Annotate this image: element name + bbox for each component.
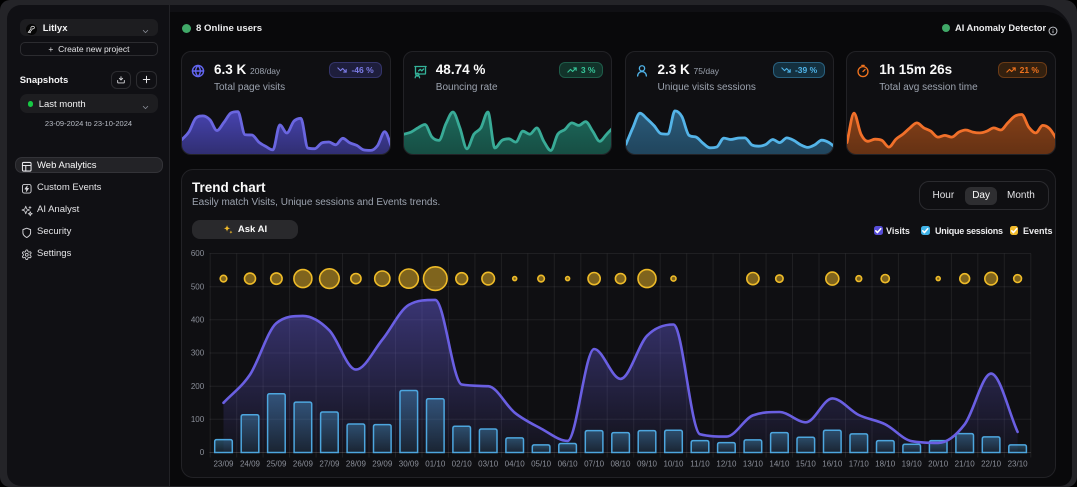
svg-text:500: 500 [191, 282, 205, 291]
svg-text:30/09: 30/09 [399, 459, 420, 468]
svg-text:21/10: 21/10 [955, 459, 976, 468]
svg-text:07/10: 07/10 [584, 459, 605, 468]
svg-text:25/09: 25/09 [266, 459, 287, 468]
svg-text:13/10: 13/10 [743, 459, 764, 468]
svg-text:29/09: 29/09 [372, 459, 393, 468]
svg-text:100: 100 [191, 415, 205, 424]
svg-text:05/10: 05/10 [531, 459, 552, 468]
svg-text:01/10: 01/10 [425, 459, 446, 468]
svg-text:23/10: 23/10 [1008, 459, 1029, 468]
svg-text:08/10: 08/10 [610, 459, 631, 468]
svg-text:24/09: 24/09 [240, 459, 261, 468]
svg-text:06/10: 06/10 [558, 459, 579, 468]
svg-text:17/10: 17/10 [849, 459, 870, 468]
svg-text:27/09: 27/09 [319, 459, 340, 468]
svg-text:0: 0 [200, 448, 205, 457]
svg-text:04/10: 04/10 [505, 459, 526, 468]
svg-text:03/10: 03/10 [478, 459, 499, 468]
svg-text:300: 300 [191, 349, 205, 358]
svg-text:14/10: 14/10 [769, 459, 790, 468]
svg-text:12/10: 12/10 [716, 459, 737, 468]
svg-text:11/10: 11/10 [690, 459, 710, 468]
svg-text:02/10: 02/10 [452, 459, 473, 468]
svg-text:200: 200 [191, 382, 205, 391]
svg-text:26/09: 26/09 [293, 459, 314, 468]
svg-text:15/10: 15/10 [796, 459, 817, 468]
svg-text:22/10: 22/10 [981, 459, 1002, 468]
svg-text:28/09: 28/09 [346, 459, 367, 468]
svg-text:16/10: 16/10 [822, 459, 843, 468]
svg-text:19/10: 19/10 [902, 459, 923, 468]
svg-text:09/10: 09/10 [637, 459, 658, 468]
svg-text:18/10: 18/10 [875, 459, 896, 468]
svg-text:23/09: 23/09 [213, 459, 234, 468]
svg-text:400: 400 [191, 315, 205, 324]
svg-text:600: 600 [191, 249, 205, 258]
svg-text:10/10: 10/10 [663, 459, 684, 468]
svg-text:20/10: 20/10 [928, 459, 949, 468]
